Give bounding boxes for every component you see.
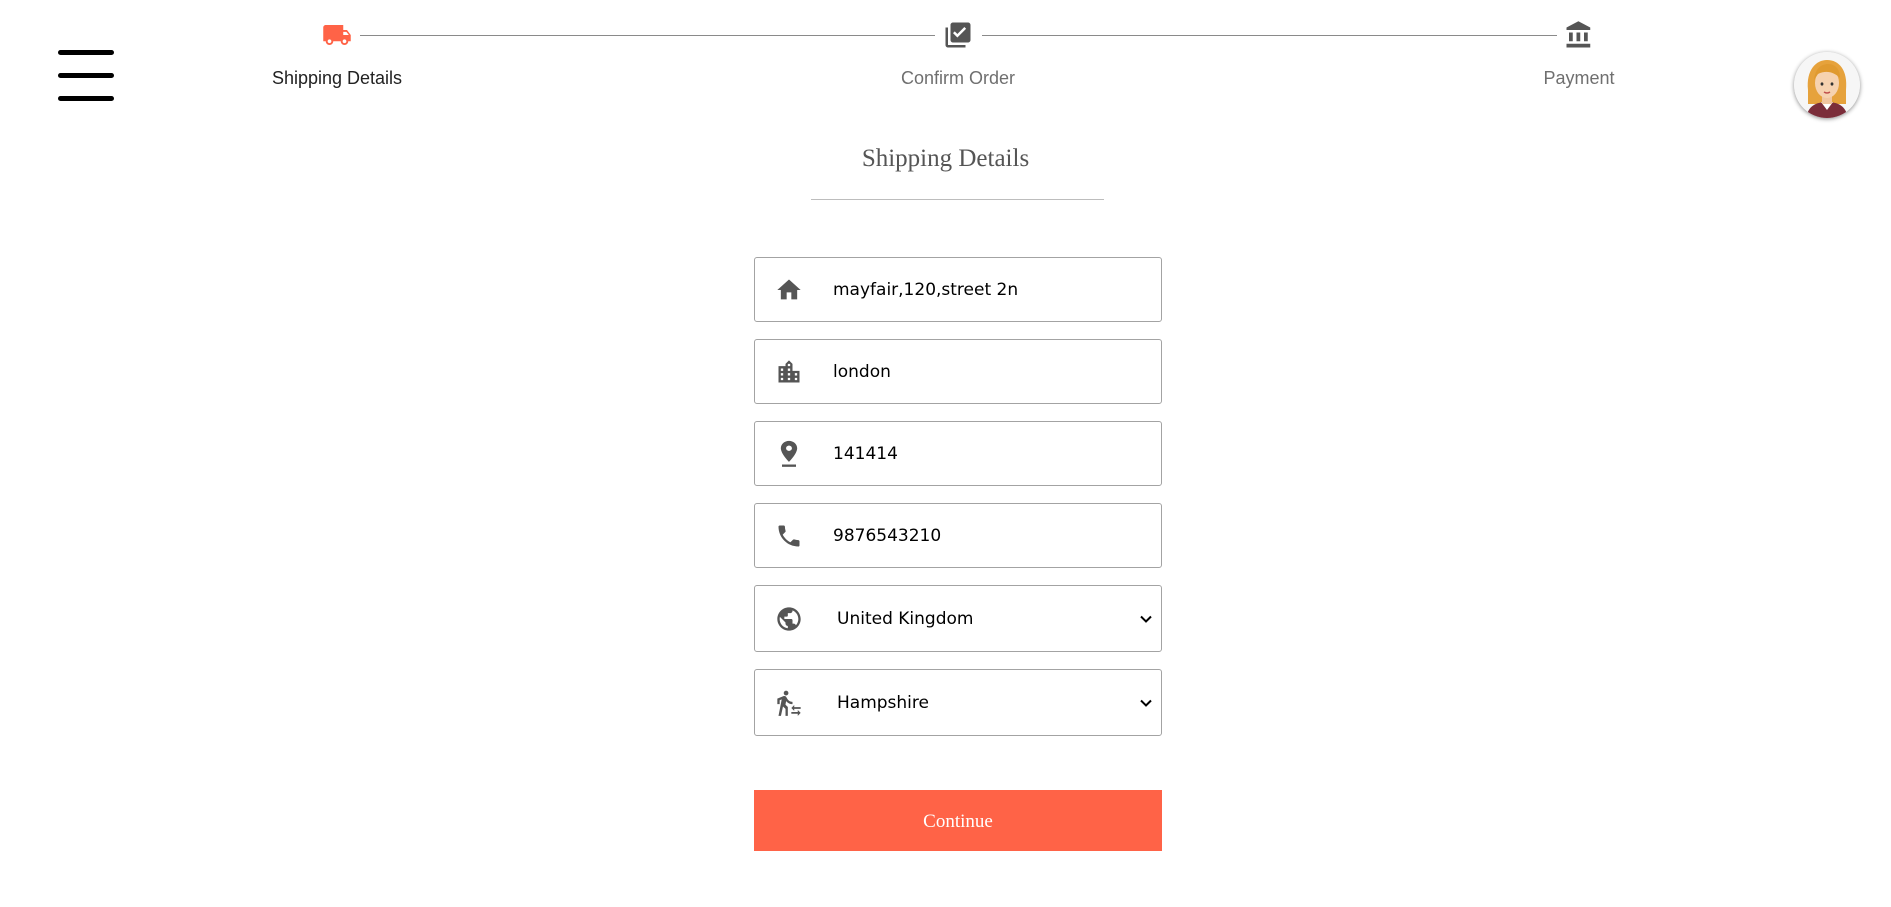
step-label: Shipping Details (271, 68, 403, 88)
phone-field[interactable] (754, 503, 1162, 568)
chevron-down-icon[interactable] (1139, 696, 1153, 710)
country-selected-value: United Kingdom (837, 608, 974, 629)
pincode-input[interactable] (833, 422, 1153, 485)
menu-bar (58, 73, 114, 78)
city-input[interactable] (833, 340, 1153, 403)
city-icon (778, 359, 800, 382)
state-select[interactable]: Hampshire (754, 669, 1162, 736)
menu-bar (58, 96, 114, 101)
globe-icon (777, 606, 801, 631)
heading-divider (811, 199, 1104, 200)
chevron-down-icon[interactable] (1139, 612, 1153, 626)
country-select[interactable]: United Kingdom (754, 585, 1162, 652)
home-icon (777, 279, 801, 299)
menu-bar (58, 50, 114, 55)
address-field[interactable] (754, 257, 1162, 322)
page-title: Shipping Details (861, 145, 1030, 172)
city-field[interactable] (754, 339, 1162, 404)
address-input[interactable] (833, 258, 1153, 321)
step-confirm-order[interactable]: Confirm Order (858, 20, 1058, 89)
user-avatar[interactable] (1794, 52, 1860, 118)
truck-icon (323, 25, 351, 45)
pincode-field[interactable] (754, 421, 1162, 486)
stepper-connector (982, 35, 1557, 36)
step-payment[interactable]: Payment (1479, 20, 1679, 89)
step-label: Payment (1543, 68, 1615, 88)
continue-button[interactable]: Continue (754, 790, 1162, 851)
menu-hamburger-icon[interactable] (58, 50, 114, 102)
stepper-connector (360, 35, 935, 36)
bank-icon (1566, 21, 1591, 48)
avatar-face-icon (1794, 52, 1860, 118)
state-selected-value: Hampshire (837, 692, 929, 713)
checklist-icon (945, 22, 971, 48)
phone-input[interactable] (833, 504, 1153, 567)
transfer-within-station-icon (777, 690, 801, 716)
location-pin-icon (780, 440, 798, 467)
phone-icon (778, 525, 800, 546)
step-label: Confirm Order (900, 68, 1016, 88)
step-shipping-details[interactable]: Shipping Details (237, 20, 437, 89)
